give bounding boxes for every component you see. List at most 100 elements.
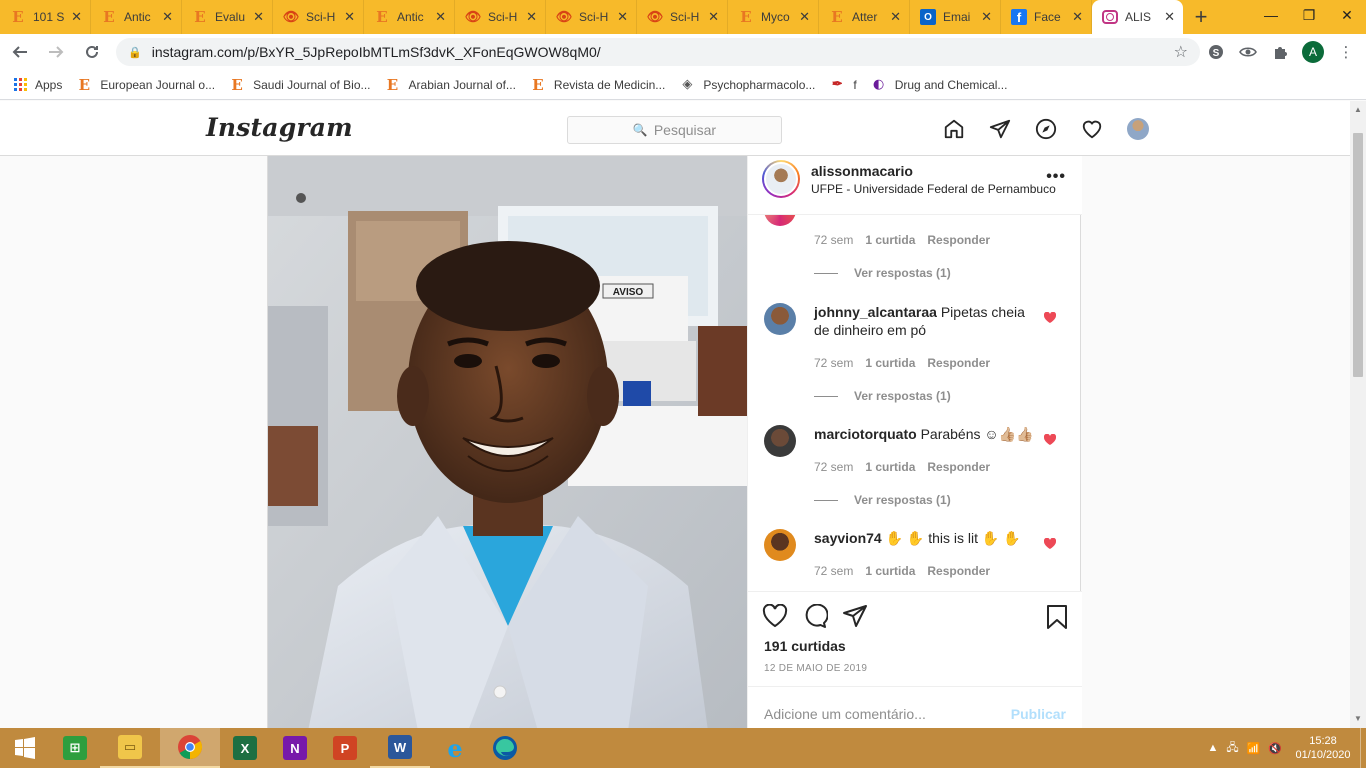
taskbar-excel[interactable]: X xyxy=(220,728,270,768)
bookmark-star-icon[interactable]: ☆ xyxy=(1174,42,1188,62)
minimize-button[interactable]: — xyxy=(1252,0,1290,30)
post-location[interactable]: UFPE - Universidade Federal de Pernambuc… xyxy=(811,182,1056,196)
comment-input[interactable]: Adicione um comentário... xyxy=(764,706,926,722)
forward-button[interactable] xyxy=(40,36,72,68)
author-avatar[interactable] xyxy=(762,160,800,198)
tab-scihub-4[interactable]: 👁 Sci-H ✕ xyxy=(637,0,728,34)
tab-elsevier-1[interactable]: E 101 S ✕ xyxy=(0,0,91,34)
tab-elsevier-6[interactable]: E Atter ✕ xyxy=(819,0,910,34)
tab-outlook[interactable]: O Emai ✕ xyxy=(910,0,1001,34)
bookmark-psychopharmacology[interactable]: ◈ Psychopharmacolo... xyxy=(679,77,815,93)
close-icon[interactable]: ✕ xyxy=(981,9,992,25)
liked-heart-icon[interactable] xyxy=(1044,538,1056,550)
tab-instagram[interactable]: ALIS ✕ xyxy=(1092,0,1183,34)
view-replies-button[interactable]: Ver respostas (1) xyxy=(814,389,951,403)
author-username[interactable]: alissonmacario xyxy=(811,163,913,179)
close-icon[interactable]: ✕ xyxy=(253,9,264,25)
close-icon[interactable]: ✕ xyxy=(435,9,446,25)
taskbar-file-explorer[interactable]: ▭ xyxy=(100,728,160,768)
liked-heart-icon[interactable] xyxy=(1044,312,1056,324)
tab-elsevier-5[interactable]: E Myco ✕ xyxy=(728,0,819,34)
close-icon[interactable]: ✕ xyxy=(708,9,719,25)
close-icon[interactable]: ✕ xyxy=(162,9,173,25)
comments-list[interactable]: 72 sem 1 curtida Responder Ver respostas… xyxy=(748,215,1082,591)
explore-compass-icon[interactable] xyxy=(1034,117,1058,141)
taskbar-edge[interactable] xyxy=(480,728,530,768)
bookmark-revista-medicina[interactable]: E Revista de Medicin... xyxy=(530,76,665,94)
extensions-puzzle-icon[interactable] xyxy=(1264,36,1296,68)
bookmark-saudi-journal[interactable]: E Saudi Journal of Bio... xyxy=(229,76,370,94)
tab-elsevier-4[interactable]: E Antic ✕ xyxy=(364,0,455,34)
direct-send-icon[interactable] xyxy=(988,117,1012,141)
address-bar[interactable]: 🔒 instagram.com/p/BxYR_5JpRepoIbMTLmSf3d… xyxy=(116,38,1200,66)
bookmark-drug-chemical[interactable]: ◐ Drug and Chemical... xyxy=(871,77,1007,93)
view-replies-button[interactable]: Ver respostas (1) xyxy=(814,493,951,507)
close-icon[interactable]: ✕ xyxy=(1164,9,1175,25)
like-count[interactable]: 191 curtidas xyxy=(764,638,846,654)
close-window-button[interactable]: ✕ xyxy=(1328,0,1366,30)
bookmark-f[interactable]: ✒ f xyxy=(829,77,857,93)
close-icon[interactable]: ✕ xyxy=(617,9,628,25)
page-scrollbar[interactable]: ▲ ▼ xyxy=(1350,101,1366,728)
comment-username[interactable]: johnny_alcantaraa xyxy=(814,304,937,320)
search-input[interactable]: 🔍 Pesquisar xyxy=(567,116,782,144)
tab-elsevier-2[interactable]: E Antic ✕ xyxy=(91,0,182,34)
profile-avatar[interactable] xyxy=(1126,117,1150,141)
reply-button[interactable]: Responder xyxy=(927,356,990,370)
profile-avatar[interactable]: A xyxy=(1302,41,1324,63)
volume-muted-icon[interactable]: 🔇 xyxy=(1268,742,1282,755)
show-hidden-icons-icon[interactable]: ▲ xyxy=(1207,742,1218,754)
close-icon[interactable]: ✕ xyxy=(799,9,810,25)
close-icon[interactable]: ✕ xyxy=(344,9,355,25)
taskbar-internet-explorer[interactable]: e xyxy=(430,728,480,768)
bookmark-european-journal[interactable]: E European Journal o... xyxy=(76,76,215,94)
tab-scihub-2[interactable]: 👁 Sci-H ✕ xyxy=(455,0,546,34)
publish-button[interactable]: Publicar xyxy=(1011,706,1066,722)
comment-username[interactable]: marciotorquato xyxy=(814,426,917,442)
taskbar-word[interactable]: W xyxy=(370,728,430,768)
taskbar-powerpoint[interactable]: P xyxy=(320,728,370,768)
reply-button[interactable]: Responder xyxy=(927,564,990,578)
tab-scihub-1[interactable]: 👁 Sci-H ✕ xyxy=(273,0,364,34)
comment-likes[interactable]: 1 curtida xyxy=(865,460,915,474)
close-icon[interactable]: ✕ xyxy=(1072,9,1083,25)
network-device-icon[interactable]: 🖧 xyxy=(1226,739,1238,758)
scrollbar-thumb[interactable] xyxy=(1353,133,1363,377)
reload-button[interactable] xyxy=(76,36,108,68)
close-icon[interactable]: ✕ xyxy=(526,9,537,25)
reply-button[interactable]: Responder xyxy=(927,460,990,474)
clock[interactable]: 15:28 01/10/2020 xyxy=(1286,734,1360,762)
back-button[interactable] xyxy=(4,36,36,68)
signal-strength-icon[interactable]: 📶 xyxy=(1247,742,1261,755)
close-icon[interactable]: ✕ xyxy=(71,9,82,25)
avatar[interactable] xyxy=(764,425,796,457)
comment-likes[interactable]: 1 curtida xyxy=(865,233,915,247)
taskbar-onenote[interactable]: N xyxy=(270,728,320,768)
liked-heart-icon[interactable] xyxy=(1044,434,1056,446)
view-replies-button[interactable]: Ver respostas (1) xyxy=(814,266,951,280)
tab-scihub-3[interactable]: 👁 Sci-H ✕ xyxy=(546,0,637,34)
avatar[interactable] xyxy=(764,215,796,226)
instagram-logo[interactable]: Instagram xyxy=(206,113,353,142)
restore-button[interactable]: ❐ xyxy=(1290,0,1328,30)
comment-bubble-icon[interactable] xyxy=(802,604,828,628)
like-heart-icon[interactable] xyxy=(762,604,788,628)
taskbar-store[interactable]: ⊞ xyxy=(50,728,100,768)
scroll-down-icon[interactable]: ▼ xyxy=(1350,712,1366,726)
scroll-up-icon[interactable]: ▲ xyxy=(1350,103,1366,117)
save-bookmark-icon[interactable] xyxy=(1046,604,1068,630)
comment-likes[interactable]: 1 curtida xyxy=(865,564,915,578)
activity-heart-icon[interactable] xyxy=(1080,117,1104,141)
avatar[interactable] xyxy=(764,303,796,335)
skype-extension-icon[interactable]: S xyxy=(1200,36,1232,68)
comment-username[interactable]: sayvion74 xyxy=(814,530,882,546)
home-icon[interactable] xyxy=(942,117,966,141)
start-button[interactable] xyxy=(0,728,50,768)
bookmark-arabian-journal[interactable]: E Arabian Journal of... xyxy=(385,76,516,94)
bookmark-apps[interactable]: Apps xyxy=(14,78,62,92)
tab-facebook[interactable]: f Face ✕ xyxy=(1001,0,1092,34)
more-options-icon[interactable]: ••• xyxy=(1046,168,1066,186)
show-desktop-button[interactable] xyxy=(1360,728,1366,768)
tab-elsevier-3[interactable]: E Evalu ✕ xyxy=(182,0,273,34)
avatar[interactable] xyxy=(764,529,796,561)
